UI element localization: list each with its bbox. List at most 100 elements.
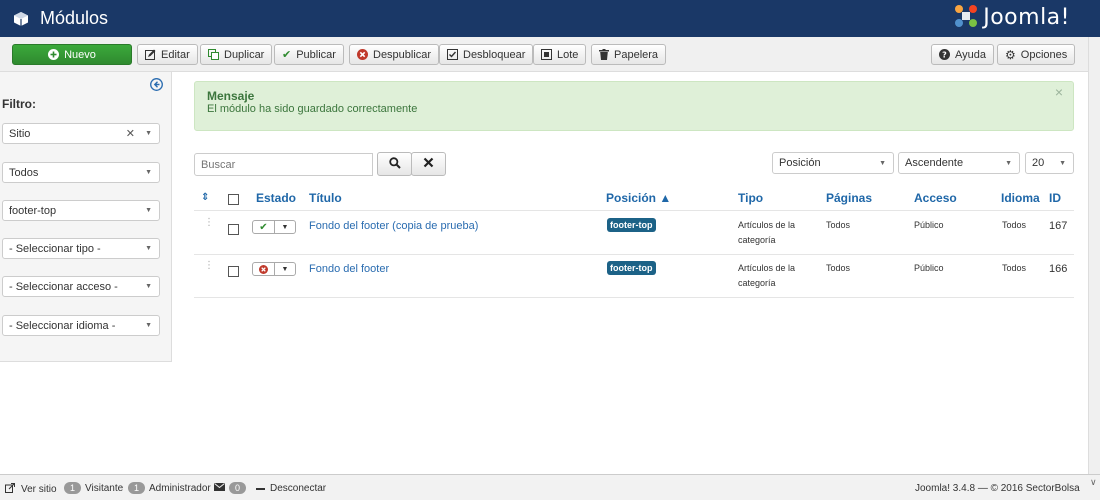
column-header-title[interactable]: Título (309, 191, 342, 205)
toolbar: Nuevo Editar Duplicar ✔ Publicar Despubl… (0, 37, 1088, 72)
check-icon: ✔ (282, 49, 292, 61)
new-button[interactable]: Nuevo (12, 44, 132, 65)
row-checkbox[interactable] (228, 224, 239, 235)
direction-select[interactable]: Ascendente ▼ (898, 152, 1020, 174)
ordering-sort-icon[interactable]: ⇕ (201, 192, 209, 203)
view-site-link[interactable]: Ver sitio (5, 483, 57, 496)
trash-icon (599, 49, 609, 60)
chevron-down-icon: ▼ (145, 283, 152, 290)
module-title-link[interactable]: Fondo del footer (309, 263, 389, 275)
pages-cell: Todos (826, 263, 851, 273)
divider (194, 254, 1074, 255)
help-button[interactable]: ? Ayuda (931, 44, 994, 65)
close-icon[interactable]: × (1055, 84, 1063, 100)
chevron-down-icon: ▼ (145, 169, 152, 176)
status-toggle[interactable]: ▼ (252, 262, 296, 276)
chevron-down-icon[interactable]: ∨ (1090, 477, 1097, 488)
position-filter-select[interactable]: footer-top ▼ (2, 200, 160, 221)
order-by-select[interactable]: Posición ▼ (772, 152, 894, 174)
row-checkbox[interactable] (228, 266, 239, 277)
divider (194, 210, 1074, 211)
close-icon (423, 157, 434, 171)
search-input[interactable] (194, 153, 373, 176)
type-filter-select[interactable]: - Seleccionar tipo - ▼ (2, 238, 160, 259)
column-header-position[interactable]: Posición ▲ (606, 191, 671, 205)
vertical-scrollbar[interactable] (1088, 37, 1100, 474)
joomla-logo-text: Joomla! (983, 5, 1070, 30)
access-filter-select[interactable]: - Seleccionar acceso - ▼ (2, 276, 160, 297)
collapse-sidebar-icon[interactable] (150, 78, 163, 94)
clear-icon[interactable]: ✕ (126, 127, 135, 140)
sidebar: Filtro: Sitio ✕ ▼ Todos ▼ footer-top ▼ -… (0, 72, 172, 362)
options-button[interactable]: ⚙ Opciones (997, 44, 1076, 65)
drag-handle-icon[interactable]: ⋮ (204, 261, 214, 271)
cube-icon (12, 10, 30, 28)
column-header-pages[interactable]: Páginas (826, 191, 872, 205)
column-header-access[interactable]: Acceso (914, 191, 957, 205)
language-filter-select[interactable]: - Seleccionar idioma - ▼ (2, 315, 160, 336)
column-header-type[interactable]: Tipo (738, 191, 763, 205)
admins-indicator: 1 Administrador (128, 482, 211, 494)
type-cell: Artículos de la categoría (738, 263, 796, 288)
status-toggle[interactable]: ✔ ▼ (252, 220, 296, 234)
drag-handle-icon[interactable]: ⋮ (204, 218, 214, 228)
duplicate-button[interactable]: Duplicar (200, 44, 273, 65)
chevron-down-icon[interactable]: ▼ (275, 221, 295, 233)
alert-heading: Mensaje (207, 89, 255, 103)
column-header-status[interactable]: Estado (256, 191, 296, 205)
square-icon (541, 49, 552, 60)
position-badge: footer-top (607, 218, 656, 232)
select-all-checkbox[interactable] (228, 194, 239, 205)
language-cell: Todos (1002, 263, 1027, 273)
plus-circle-icon (48, 49, 60, 60)
chevron-down-icon: ▼ (145, 207, 152, 214)
alert-message: El módulo ha sido guardado correctamente (207, 103, 418, 115)
chevron-down-icon: ▼ (879, 159, 886, 167)
position-badge: footer-top (607, 261, 656, 275)
publish-button[interactable]: ✔ Publicar (274, 44, 344, 65)
site-filter-select[interactable]: Sitio ✕ ▼ (2, 123, 160, 144)
unpublished-x-icon[interactable] (253, 263, 275, 275)
pages-cell: Todos (826, 220, 851, 230)
edit-icon (145, 49, 156, 60)
chevron-down-icon: ▼ (145, 130, 152, 137)
status-footer: Ver sitio 1 Visitante 1 Administrador 0 … (0, 474, 1100, 500)
visitors-indicator: 1 Visitante (64, 482, 123, 494)
access-cell: Público (914, 220, 944, 230)
edit-button[interactable]: Editar (137, 44, 198, 65)
chevron-down-icon: ▼ (1059, 159, 1066, 167)
checkbox-icon (447, 49, 458, 60)
visitors-count-badge: 1 (64, 482, 82, 494)
filter-label: Filtro: (2, 97, 36, 111)
copy-icon (208, 49, 219, 60)
logout-link[interactable]: Desconectar (256, 483, 326, 494)
language-cell: Todos (1002, 220, 1027, 230)
id-cell: 166 (1049, 263, 1068, 275)
state-filter-select[interactable]: Todos ▼ (2, 162, 160, 183)
trash-button[interactable]: Papelera (591, 44, 667, 65)
module-title-link[interactable]: Fondo del footer (copia de prueba) (309, 220, 478, 232)
published-check-icon[interactable]: ✔ (253, 221, 275, 233)
x-circle-icon (357, 49, 368, 60)
envelope-icon (214, 482, 225, 494)
chevron-down-icon: ▼ (1005, 159, 1012, 167)
joomla-logo-icon (953, 3, 979, 32)
page-title: Módulos (40, 8, 109, 28)
chevron-down-icon: ▼ (145, 245, 152, 252)
search-button[interactable] (377, 152, 412, 176)
gear-icon: ⚙ (1005, 47, 1016, 62)
external-link-icon (5, 483, 15, 496)
svg-text:?: ? (942, 50, 947, 59)
column-header-language[interactable]: Idioma (1001, 191, 1040, 205)
messages-indicator[interactable]: 0 (214, 482, 250, 494)
unpublish-button[interactable]: Despublicar (349, 44, 440, 65)
column-header-id[interactable]: ID (1049, 191, 1061, 205)
joomla-logo: Joomla! (953, 3, 1070, 32)
clear-search-button[interactable] (411, 152, 446, 176)
unlock-button[interactable]: Desbloquear (439, 44, 534, 65)
limit-select[interactable]: 20 ▼ (1025, 152, 1074, 174)
chevron-down-icon[interactable]: ▼ (275, 263, 295, 275)
batch-button[interactable]: Lote (533, 44, 587, 65)
divider (194, 297, 1074, 298)
success-alert: Mensaje El módulo ha sido guardado corre… (194, 81, 1074, 131)
